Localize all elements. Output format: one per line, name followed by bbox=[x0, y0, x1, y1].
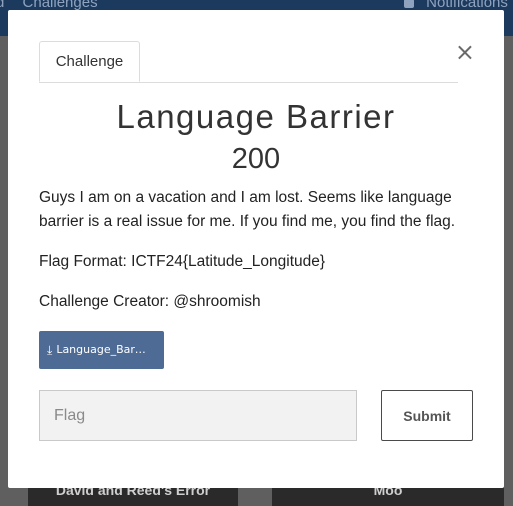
description-text: Guys I am on a vacation and I am lost. S… bbox=[39, 189, 456, 230]
download-file-button[interactable]: ⤓ Language_Barrier bbox=[39, 331, 164, 369]
flag-input[interactable] bbox=[39, 390, 357, 441]
bell-icon bbox=[404, 0, 414, 8]
flag-format-text: Flag Format: ICTF24{Latitude_Longitude} bbox=[39, 253, 326, 270]
download-file-name: Language_Barrier bbox=[56, 343, 147, 356]
download-icon: ⤓ bbox=[47, 343, 53, 357]
nav-link-truncated[interactable]: d bbox=[0, 0, 4, 11]
challenge-description: Guys I am on a vacation and I am lost. S… bbox=[39, 186, 475, 330]
tab-challenge[interactable]: Challenge bbox=[39, 41, 140, 82]
challenge-modal: × Challenge Language Barrier 200 Guys I … bbox=[8, 10, 504, 488]
challenge-points: 200 bbox=[231, 143, 281, 175]
submit-button[interactable]: Submit bbox=[381, 390, 473, 441]
tab-bar: Challenge bbox=[39, 41, 458, 83]
challenge-title: Language Barrier bbox=[116, 98, 396, 135]
creator-text: Challenge Creator: @shroomish bbox=[39, 293, 261, 310]
